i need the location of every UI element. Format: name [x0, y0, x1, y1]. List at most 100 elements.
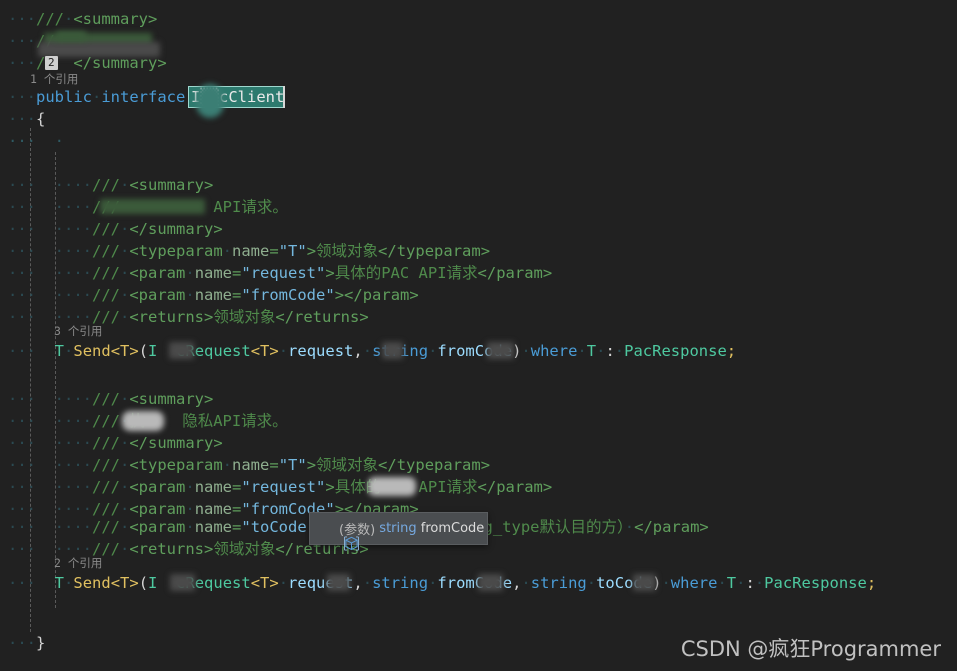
param-open-tag: <param	[129, 264, 186, 282]
code-line-23[interactable]: ···}	[8, 632, 45, 654]
attr-value-T: "T"	[278, 242, 307, 260]
param-close-tag: </param>	[477, 264, 553, 282]
whitespace-dots: ··· ····	[8, 390, 92, 408]
code-line-17[interactable]: ··· ····///·<typeparam·name="T">领域对象</ty…	[8, 454, 490, 476]
summary-open-tag: <summary>	[129, 176, 214, 194]
constraint-T: T	[586, 342, 597, 360]
whitespace-dots: ···	[8, 32, 36, 50]
attr-name: name	[194, 264, 233, 282]
space-dot: ·	[428, 342, 438, 360]
returns-open-tag: <returns>	[129, 308, 214, 326]
space-dot: ·	[120, 220, 130, 238]
attr-value-tocode: "toCode"	[241, 518, 317, 536]
space-dot: ·	[120, 540, 130, 558]
redaction-blur-line13-c	[487, 342, 514, 359]
angle-close: >	[306, 456, 317, 474]
generic-arg: <T>	[250, 342, 279, 360]
comment-slashes: ///	[92, 456, 120, 474]
typeparam-open-tag: <typeparam	[129, 456, 223, 474]
space-dot: ·	[120, 456, 130, 474]
code-editor-surface[interactable]: ···///·<summary> ···// ···//XX</summary>…	[0, 0, 957, 671]
comment-slashes: ///	[92, 412, 120, 430]
code-line-10[interactable]: ··· ····///·<param·name="request">具体的PAC…	[8, 262, 552, 284]
attr-equals: =	[232, 518, 242, 536]
tooltip-type-label: string	[379, 521, 417, 536]
redaction-blur-line2-c	[56, 31, 86, 41]
space-dot: ·	[185, 518, 195, 536]
space-dot: ·	[120, 286, 130, 304]
typeparam-open-tag: <typeparam	[129, 242, 223, 260]
constraint-T: T	[726, 574, 737, 592]
colon: :	[745, 574, 755, 592]
generic-arg: <T>	[250, 574, 279, 592]
space-dot: ·	[717, 574, 727, 592]
codelens-reference-count-2[interactable]: 3 个引用	[54, 322, 102, 340]
comment-slashes: ///	[92, 434, 120, 452]
redaction-blur-line7	[100, 199, 205, 214]
comment-slashes: ///	[92, 242, 120, 260]
code-line-5[interactable]: ···{	[8, 108, 45, 130]
code-line-8[interactable]: ··· ····///·</summary>	[8, 218, 223, 240]
attr-name: name	[232, 456, 270, 474]
keyword-where: where	[670, 574, 718, 592]
whitespace-dots: ···	[8, 110, 36, 128]
keyword-string: string	[372, 574, 429, 592]
whitespace-dots: ···	[8, 574, 55, 592]
blank-line-dots-1: ··· ·	[8, 132, 64, 150]
comment-slashes: ///	[92, 518, 120, 536]
code-line-11[interactable]: ··· ····///·<param·name="fromCode"></par…	[8, 284, 419, 306]
code-line-6[interactable]: ··· ····///·<summary>	[8, 174, 213, 196]
code-line-9[interactable]: ··· ····///·<typeparam·name="T">领域对象</ty…	[8, 240, 490, 262]
space-dot: ·	[222, 242, 233, 260]
space-dot: ·	[64, 574, 74, 592]
redaction-blur-line22-c	[478, 574, 503, 591]
method-name-send: Send	[73, 342, 111, 360]
comment-slashes: ///	[92, 390, 120, 408]
whitespace-dots: ··· ····	[8, 286, 92, 304]
comment-slashes: ///	[92, 176, 120, 194]
code-line-16[interactable]: ··· ····///·</summary>	[8, 432, 223, 454]
code-line-4[interactable]: ···public·interface·	[8, 86, 195, 108]
paren-open: (	[138, 342, 149, 360]
redaction-blur-line18	[368, 477, 416, 496]
comment-slashes: ///	[36, 10, 64, 28]
summary-open-tag: <summary>	[129, 390, 214, 408]
space-dot: ·	[120, 176, 130, 194]
keyword-interface: interface	[101, 88, 186, 106]
redaction-blur-line13-b	[382, 342, 403, 359]
space-dot: ·	[278, 342, 289, 360]
cn-domain-object: 领域对象	[316, 242, 379, 260]
cn-domain-object: 领域对象	[213, 540, 276, 558]
attr-equals: =	[269, 456, 279, 474]
param-open-tag: <param	[129, 286, 186, 304]
attr-equals: =	[269, 242, 279, 260]
summary-close-tag: </summary>	[73, 54, 167, 72]
cn-api-request: API请求	[418, 478, 478, 496]
outline-collapse-badge[interactable]: 2	[45, 56, 58, 70]
constraint-type-pacresponse: PacResponse	[624, 342, 727, 360]
whitespace-dots: ···	[8, 634, 36, 652]
whitespace-dots: ··· ····	[8, 176, 92, 194]
code-line-22[interactable]: ··· T·Send<T>(IXXcRequest<T>·request,·st…	[8, 572, 876, 594]
space-dot: ·	[120, 518, 130, 536]
tooltip-parameter-name: fromCode	[420, 521, 485, 536]
code-line-14[interactable]: ··· ····///·<summary>	[8, 388, 213, 410]
attr-equals: =	[232, 478, 242, 496]
space-dot: ·	[120, 478, 130, 496]
returns-close-tag: </returns>	[275, 308, 369, 326]
whitespace-dots: ···	[8, 88, 36, 106]
redaction-blur-line22-d	[633, 574, 656, 591]
codelens-reference-count-3[interactable]: 2 个引用	[54, 554, 102, 572]
comment-text-api-request: API请求。	[213, 198, 288, 216]
semicolon: ;	[726, 342, 737, 360]
angle-close: >	[325, 478, 335, 496]
tooltip-kind-label: (参数)	[339, 523, 376, 538]
code-line-13[interactable]: ··· T·Send<T>(IXXcRequest<T>·request,·st…	[8, 340, 736, 362]
whitespace-dots: ··· ····	[8, 456, 92, 474]
method-name-send: Send	[73, 574, 111, 592]
comment-slashes: ///	[92, 264, 120, 282]
code-line-18[interactable]: ··· ····///·<param·name="request">具体的XXX…	[8, 476, 552, 498]
constraint-type-pacresponse: PacResponse	[764, 574, 867, 592]
brace-open: {	[36, 110, 46, 128]
code-line-1[interactable]: ···///·<summary>	[8, 8, 157, 30]
